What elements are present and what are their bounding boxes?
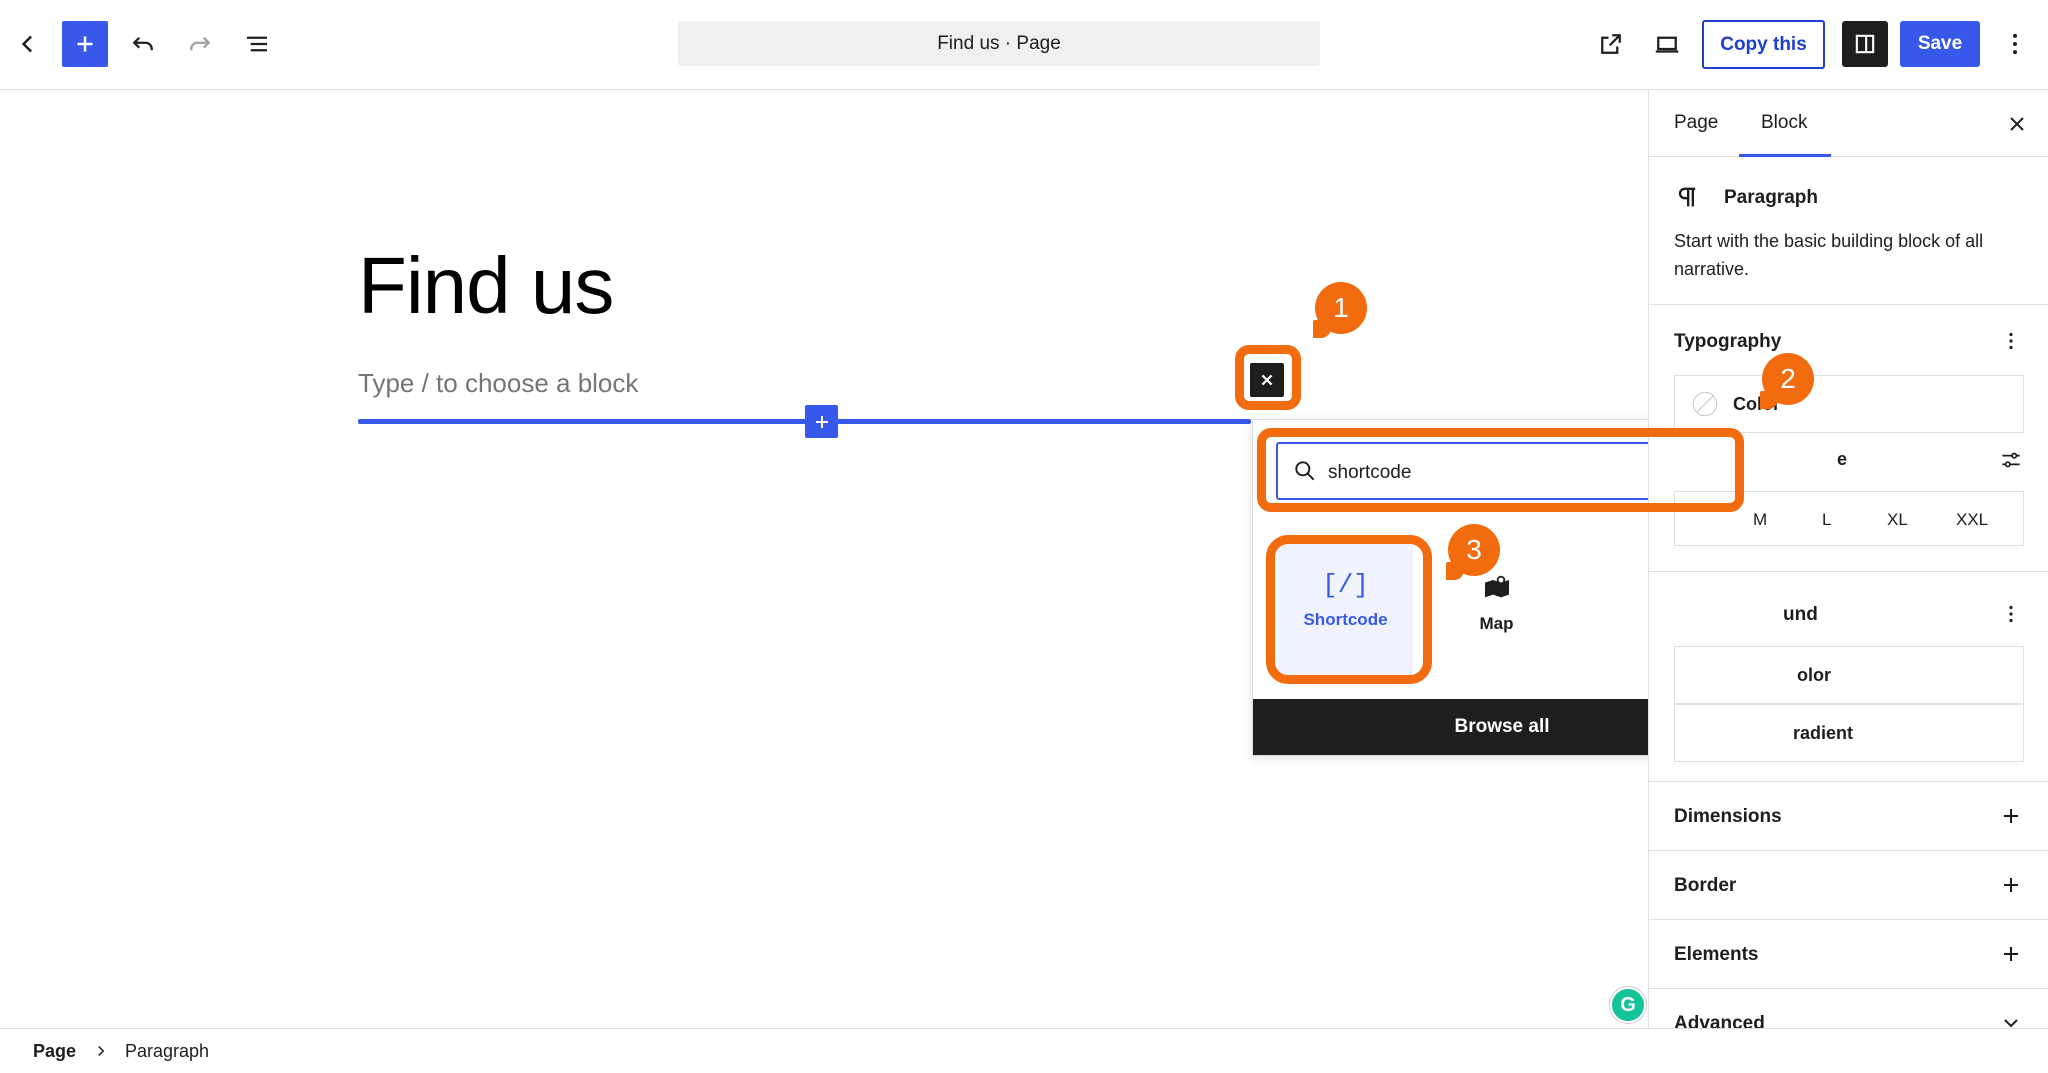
preview-device-button[interactable] (1644, 21, 1690, 67)
sidebar-tabs: Page Block (1649, 90, 2048, 157)
tab-block[interactable]: Block (1761, 112, 1807, 134)
back-button[interactable] (5, 21, 51, 67)
chevron-left-icon (21, 35, 33, 53)
block-card-description: Start with the basic building block of a… (1674, 231, 1984, 279)
empty-color-swatch-icon (1692, 391, 1718, 417)
font-size-xl[interactable]: XL (1887, 510, 1908, 530)
font-size-l[interactable]: L (1822, 510, 1831, 530)
chevron-right-icon (98, 1045, 105, 1057)
laptop-icon (1655, 36, 1679, 53)
background-gradient-control[interactable]: radient (1674, 704, 2024, 762)
background-options-icon[interactable] (1999, 602, 2023, 626)
list-view-icon (247, 36, 267, 52)
save-button[interactable]: Save (1900, 21, 1980, 67)
document-title-bar[interactable]: Find us · Page (678, 21, 1320, 66)
block-option-label: Map (1479, 614, 1514, 633)
plus-icon (77, 36, 93, 52)
dimensions-panel[interactable]: Dimensions (1649, 782, 2048, 851)
background-gradient-label: radient (1793, 723, 1854, 743)
border-panel[interactable]: Border (1649, 851, 2048, 920)
plus-icon (815, 415, 828, 428)
plus-icon[interactable] (1999, 804, 2023, 828)
document-overview-button[interactable] (234, 21, 280, 67)
external-link-icon (1601, 34, 1621, 54)
highlight-search-field (1257, 428, 1744, 512)
map-icon (1484, 575, 1509, 598)
font-size-m[interactable]: M (1753, 510, 1767, 530)
typography-options-icon[interactable] (1999, 329, 2023, 353)
block-card: Paragraph Start with the basic building … (1649, 157, 2048, 305)
dimensions-heading: Dimensions (1674, 806, 1782, 827)
close-icon (2010, 117, 2024, 131)
annotation-badge-1: 1 (1313, 282, 1367, 338)
settings-toggle-button[interactable] (1842, 21, 1888, 67)
options-menu-button[interactable] (1992, 21, 2038, 67)
copy-this-button[interactable]: Copy this (1702, 20, 1825, 69)
breadcrumb-paragraph[interactable]: Paragraph (125, 1041, 209, 1062)
kebab-menu-icon (2013, 33, 2017, 55)
undo-button[interactable] (120, 21, 166, 67)
paragraph-icon (1678, 187, 1696, 207)
close-sidebar-button[interactable] (2003, 110, 2031, 138)
plus-icon[interactable] (1999, 873, 2023, 897)
custom-size-icon[interactable] (1998, 447, 2024, 473)
view-page-button[interactable] (1588, 21, 1634, 67)
highlight-shortcode-option (1266, 535, 1432, 684)
annotation-badge-3: 3 (1446, 524, 1500, 580)
advanced-heading: Advanced (1674, 1013, 1765, 1028)
elements-panel[interactable]: Elements (1649, 920, 2048, 989)
text-color-control[interactable]: Color (1674, 375, 2024, 433)
breadcrumb-page[interactable]: Page (33, 1041, 76, 1062)
inline-inserter-button[interactable] (805, 405, 838, 438)
background-color-control[interactable]: olor (1674, 646, 2024, 704)
paragraph-placeholder[interactable]: Type / to choose a block (358, 368, 638, 399)
block-inserter-toggle[interactable] (62, 21, 108, 67)
block-breadcrumb-bar: Page Paragraph (0, 1028, 2048, 1073)
plus-icon[interactable] (1999, 942, 2023, 966)
redo-button[interactable] (177, 21, 223, 67)
undo-icon (132, 36, 153, 51)
advanced-panel[interactable]: Advanced (1649, 989, 2048, 1028)
redo-icon (190, 36, 211, 51)
chevron-down-icon[interactable] (1999, 1011, 2023, 1028)
block-card-title: Paragraph (1724, 187, 1818, 208)
highlight-close-button (1235, 345, 1301, 410)
annotation-badge-2: 2 (1760, 353, 1814, 409)
grammarly-icon[interactable]: G (1610, 987, 1646, 1023)
border-heading: Border (1674, 875, 1737, 896)
settings-sidebar: Page Block Paragraph Start with the basi… (1648, 90, 2048, 1028)
elements-heading: Elements (1674, 944, 1759, 965)
font-size-xxl[interactable]: XXL (1956, 510, 1988, 530)
typography-heading: Typography (1674, 331, 1782, 352)
background-panel: und olor radient (1649, 572, 2048, 782)
editor-toolbar: Find us · Page Copy this Save (0, 0, 2048, 90)
background-heading: und (1783, 604, 1818, 625)
page-title[interactable]: Find us (358, 240, 614, 332)
background-color-label: olor (1797, 665, 1831, 685)
sidebar-icon (1855, 34, 1875, 54)
tab-page[interactable]: Page (1674, 112, 1718, 134)
font-size-heading: e (1837, 449, 1848, 469)
